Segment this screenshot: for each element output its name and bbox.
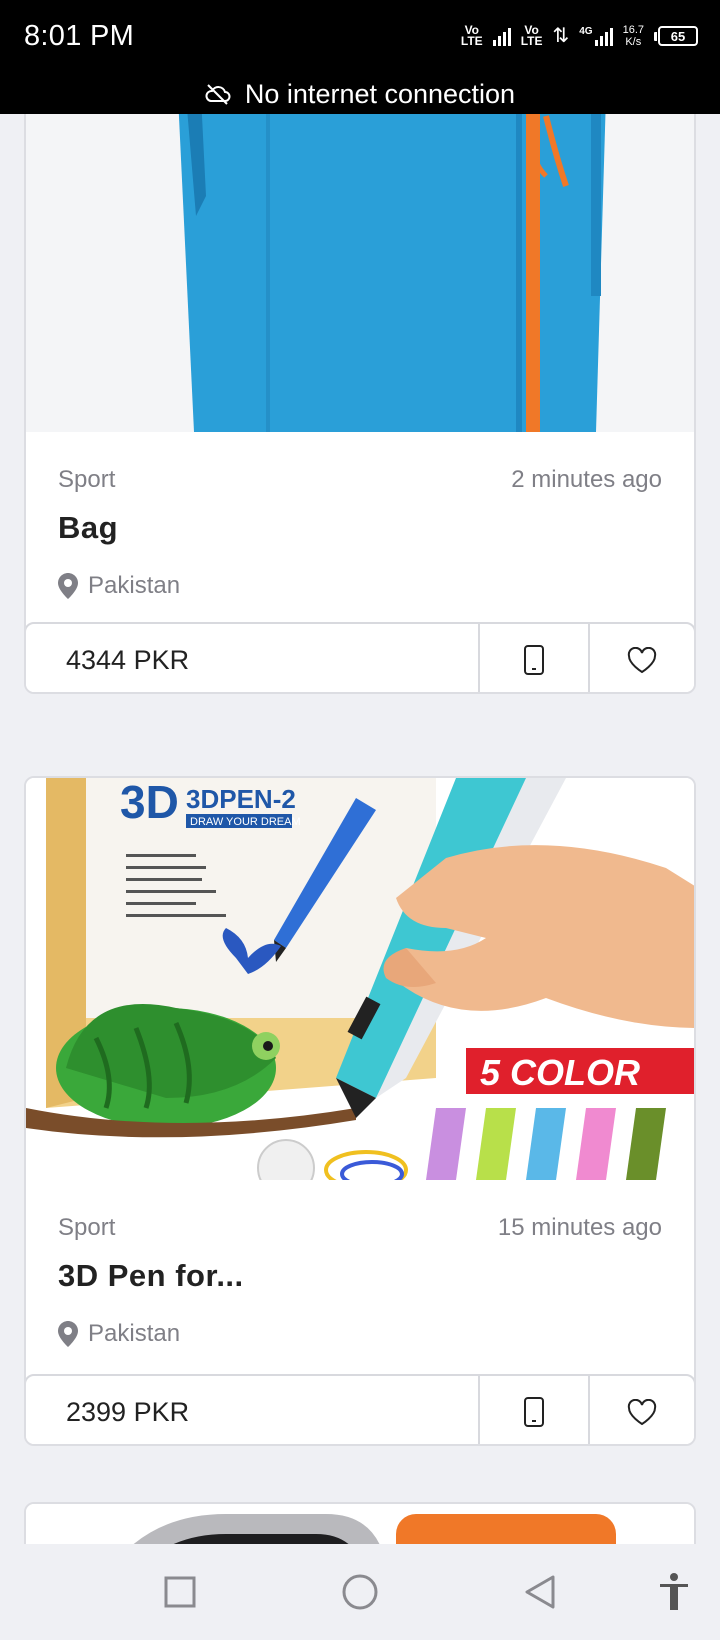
favorite-button[interactable] (588, 1376, 694, 1444)
signal-icon-1 (492, 26, 511, 46)
cloud-off-icon (205, 84, 231, 105)
volte-icon-1: Vo LTE (460, 23, 483, 48)
listing-feed[interactable]: Sport 2 minutes ago Bag Pakistan 4344 PK… (0, 114, 720, 1544)
product-image[interactable]: 3D 3DPEN-2 DRAW YOUR DREAM 5 COLOR (26, 778, 694, 1180)
back-button[interactable] (518, 1570, 562, 1614)
product-image[interactable] (26, 1504, 694, 1544)
network-speed: 16.7 K/s (623, 24, 644, 48)
status-time: 8:01 PM (24, 20, 135, 52)
pen-image: 3D 3DPEN-2 DRAW YOUR DREAM 5 COLOR (26, 778, 694, 1180)
recents-button[interactable] (158, 1570, 202, 1614)
category-label: Sport (58, 1214, 116, 1241)
heart-icon (627, 646, 657, 673)
watch-image (26, 1504, 694, 1544)
speed-unit: K/s (625, 36, 642, 48)
speed-value: 16.7 (622, 24, 644, 36)
battery-icon: 65 (654, 26, 698, 46)
price-label: 2399 PKR (66, 1396, 190, 1427)
listing-card[interactable]: 3D 3DPEN-2 DRAW YOUR DREAM 5 COLOR Sport… (24, 776, 696, 1446)
location-pin-icon (58, 573, 78, 599)
signal-icon-2: 4G (579, 26, 613, 46)
category-label: Sport (58, 466, 116, 493)
no-internet-banner: No internet connection (0, 74, 720, 114)
phone-icon (524, 645, 544, 675)
triangle-back-icon (525, 1575, 555, 1609)
system-nav-bar (0, 1544, 720, 1640)
location-text: Pakistan (88, 1320, 181, 1347)
volte-icon-2: Vo LTE (520, 23, 543, 48)
battery-level: 65 (658, 26, 698, 46)
accessibility-icon (660, 1573, 688, 1610)
call-button[interactable] (478, 1376, 588, 1444)
favorite-button[interactable] (588, 624, 694, 692)
square-icon (164, 1576, 196, 1608)
color-badge-text: 5 COLOR (480, 1052, 640, 1093)
status-bar: 8:01 PM Vo LTE Vo LTE ⇅ 4G 16.7 K/s 65 No … (0, 0, 720, 114)
heart-icon (627, 1398, 657, 1425)
network-type: 4G (579, 26, 593, 37)
listing-info: Sport 15 minutes ago 3D Pen for... Pakis… (26, 1180, 694, 1444)
box-brand-name: 3DPEN-2 (186, 784, 296, 814)
home-button[interactable] (338, 1570, 382, 1614)
phone-icon (524, 1397, 544, 1427)
time-ago: 2 minutes ago (511, 466, 662, 493)
listing-title[interactable]: 3D Pen for... (58, 1258, 662, 1294)
listing-info: Sport 2 minutes ago Bag Pakistan 4344 PK… (26, 432, 694, 692)
accessibility-button[interactable] (652, 1570, 696, 1614)
listing-title[interactable]: Bag (58, 510, 662, 546)
location-pin-icon (58, 1321, 78, 1347)
box-tagline: DRAW YOUR DREAM (190, 816, 301, 828)
price-label: 4344 PKR (66, 644, 190, 675)
product-image[interactable] (26, 114, 694, 432)
circle-icon (342, 1574, 378, 1610)
time-ago: 15 minutes ago (497, 1214, 662, 1241)
price-row: 2399 PKR (26, 1374, 694, 1444)
listing-card[interactable] (24, 1502, 696, 1544)
data-arrows-icon: ⇅ (552, 25, 570, 47)
box-brand-3d: 3D (120, 778, 179, 828)
location-text: Pakistan (88, 572, 181, 599)
no-internet-text: No internet connection (244, 78, 516, 109)
listing-card[interactable]: Sport 2 minutes ago Bag Pakistan 4344 PK… (24, 114, 696, 694)
call-button[interactable] (478, 624, 588, 692)
bag-image (26, 114, 694, 432)
price-row: 4344 PKR (26, 622, 694, 692)
status-icons: Vo LTE Vo LTE ⇅ 4G 16.7 K/s 65 (461, 20, 698, 52)
